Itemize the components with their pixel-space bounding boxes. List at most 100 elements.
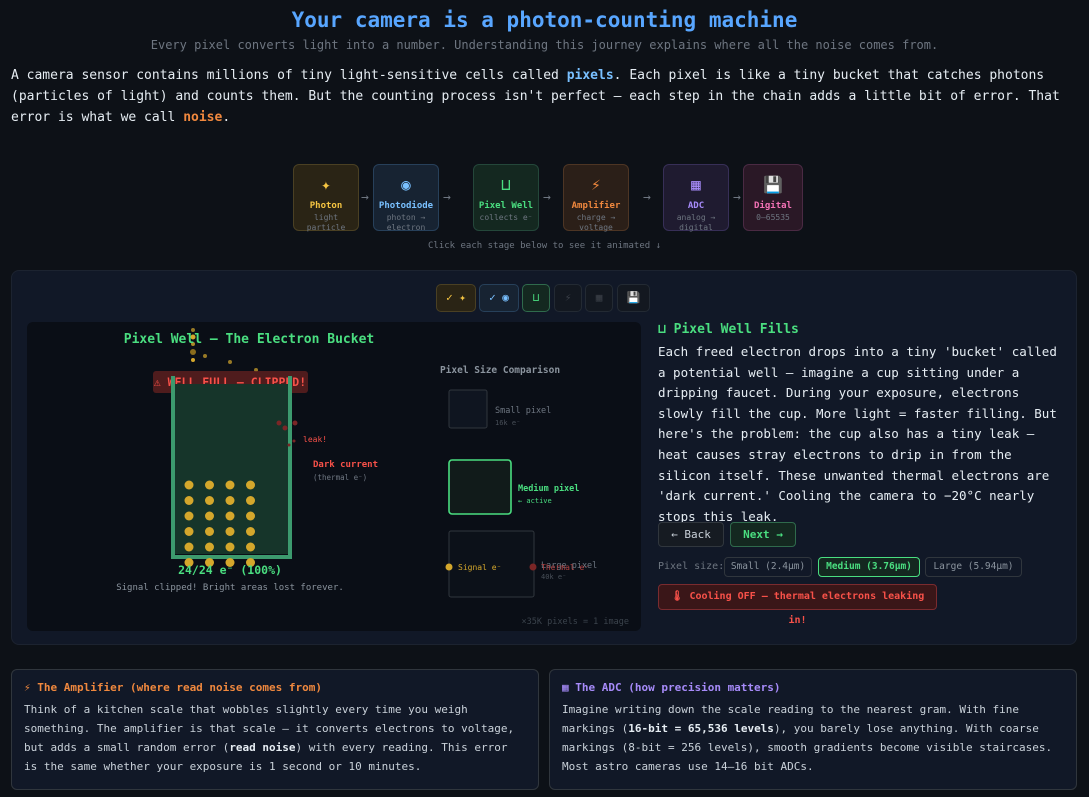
stage-photodiode[interactable]: ◉ Photodiode photon → electron — [373, 164, 439, 232]
description-body: Each freed electron drops into a tiny 'b… — [658, 344, 1057, 524]
arrow-icon: → — [643, 190, 651, 205]
stage-name: Digital — [754, 201, 792, 211]
stage-sub: photon → electron — [386, 213, 426, 232]
electron-dot — [246, 480, 255, 490]
electron-dot — [225, 527, 235, 536]
electron-dot — [184, 496, 194, 505]
small-pixel-label: Small pixel — [495, 406, 551, 416]
intro-highlight-noise: noise — [183, 110, 223, 125]
amplifier-card-body: Think of a kitchen scale that wobbles sl… — [24, 700, 526, 776]
electron-dot — [205, 542, 214, 552]
stage-sub: 0–65535 — [756, 213, 790, 222]
amplifier-card: ⚡ The Amplifier (where read noise comes … — [11, 669, 539, 790]
medium-pixel-label: Medium pixel — [518, 483, 579, 494]
stage-name: Photodiode — [378, 201, 434, 211]
pixel-size-label: Pixel size: — [658, 561, 725, 572]
tab-photon[interactable]: ✓ ✦ — [436, 284, 476, 312]
falling-electron — [228, 360, 232, 364]
stage-name: Pixel Well — [478, 201, 534, 211]
intro-text-3: . — [222, 110, 231, 125]
next-button[interactable]: Next → — [730, 522, 796, 547]
amp-bold: read noise — [229, 741, 296, 754]
stage-adc[interactable]: ▦ ADC analog → digital — [663, 164, 729, 232]
leak-electron — [287, 443, 291, 447]
small-pixel-capacity: 16k e⁻ — [495, 419, 520, 427]
tab-adc[interactable]: ▦ — [585, 284, 613, 312]
stage-sub: charge → voltage — [576, 213, 616, 232]
small-pixel-box — [448, 389, 488, 429]
electron-dot — [246, 496, 255, 505]
thermal-legend: Thermal e⁻ — [541, 563, 589, 572]
adc-card-title: ▦ The ADC (how precision matters) — [562, 681, 781, 694]
size-medium-button[interactable]: Medium (3.76μm) — [818, 557, 920, 577]
description-title: ⊔ Pixel Well Fills — [658, 322, 799, 337]
stage-sub: collects e⁻ — [479, 213, 533, 222]
arrow-icon: → — [443, 190, 451, 205]
electron-dot — [205, 480, 214, 490]
tab-digital[interactable]: 💾 — [617, 284, 650, 312]
electron-dot — [246, 527, 255, 536]
pixel-well-svg: Pixel Well — The Electron Bucket ⚠ WELL … — [116, 328, 629, 627]
signal-legend-dot — [445, 563, 453, 571]
canvas-title: Pixel Well — The Electron Bucket — [124, 332, 374, 347]
clipped-note: Signal clipped! Bright areas lost foreve… — [116, 583, 344, 593]
tab-photodiode[interactable]: ✓ ◉ — [479, 284, 519, 312]
intro-text-1: A camera sensor contains millions of tin… — [11, 68, 567, 83]
stage-pixel-well[interactable]: ⊔ Pixel Well collects e⁻ — [473, 164, 539, 231]
size-small-button[interactable]: Small (2.4μm) — [724, 557, 812, 577]
large-pixel-capacity: 40k e⁻ — [541, 573, 566, 581]
leak-electron — [276, 420, 282, 426]
amplifier-card-title: ⚡ The Amplifier (where read noise comes … — [24, 681, 323, 694]
click-hint: Click each stage below to see it animate… — [428, 241, 661, 251]
stage-digital[interactable]: 💾 Digital 0–65535 — [743, 164, 803, 231]
falling-electron — [191, 358, 195, 362]
electron-dot — [246, 511, 255, 521]
tab-amplifier[interactable]: ⚡ — [554, 284, 582, 312]
photon-icon: ✦ — [321, 175, 331, 194]
electron-dot — [225, 496, 235, 505]
dark-current-sub: (thermal e⁻) — [313, 473, 367, 482]
leak-electron — [292, 420, 298, 426]
tab-pixel-well[interactable]: ⊔ — [522, 284, 550, 312]
page-subtitle: Every pixel converts light into a number… — [150, 38, 939, 52]
electron-dot — [225, 480, 235, 490]
dark-current-label: Dark current — [313, 460, 378, 470]
arrow-icon: → — [733, 190, 741, 205]
electron-dot — [184, 480, 194, 490]
falling-electron — [203, 354, 207, 358]
stage-name: Amplifier — [571, 201, 621, 211]
electron-dot — [225, 511, 235, 521]
photodiode-icon: ◉ — [401, 175, 411, 194]
lightning-icon: ⚡ — [591, 175, 601, 194]
leak-electron — [282, 425, 288, 431]
medium-pixel-box — [448, 459, 512, 515]
electron-dot — [184, 511, 194, 521]
stage-description: ⊔ Pixel Well Fills Each freed electron d… — [658, 322, 1068, 527]
comparison-title: Pixel Size Comparison — [440, 365, 560, 376]
arrow-icon: → — [361, 190, 369, 205]
stage-sub: analog → digital — [676, 213, 716, 232]
electron-dot — [205, 511, 214, 521]
adc-icon: ▦ — [691, 175, 701, 194]
adc-card: ▦ The ADC (how precision matters) Imagin… — [549, 669, 1077, 790]
stage-photon[interactable]: ✦ Photon light particle — [293, 164, 359, 232]
electron-dot — [205, 496, 214, 505]
cooling-toggle[interactable]: 🌡 Cooling OFF — thermal electrons leakin… — [658, 584, 937, 626]
floppy-disk-icon: 💾 — [763, 175, 783, 194]
electron-dot — [184, 542, 194, 552]
electron-dot — [184, 527, 194, 536]
electron-dot — [205, 527, 214, 536]
electron-dot — [246, 542, 255, 552]
medium-pixel-active: ← active — [518, 497, 552, 505]
pixel-well-icon: ⊔ — [501, 175, 511, 194]
stage-name: ADC — [687, 201, 705, 211]
size-large-button[interactable]: Large (5.94μm) — [925, 557, 1022, 577]
signal-legend: Signal e⁻ — [458, 563, 501, 572]
electron-dot — [225, 542, 235, 552]
fill-readout: 24/24 e⁻ (100%) — [178, 563, 282, 577]
back-button[interactable]: ← Back — [658, 522, 724, 547]
stage-amplifier[interactable]: ⚡ Amplifier charge → voltage — [563, 164, 629, 232]
arrow-icon: → — [543, 190, 551, 205]
thermal-legend-dot — [529, 563, 537, 571]
adc-bold: 16-bit = 65,536 levels — [628, 722, 774, 735]
